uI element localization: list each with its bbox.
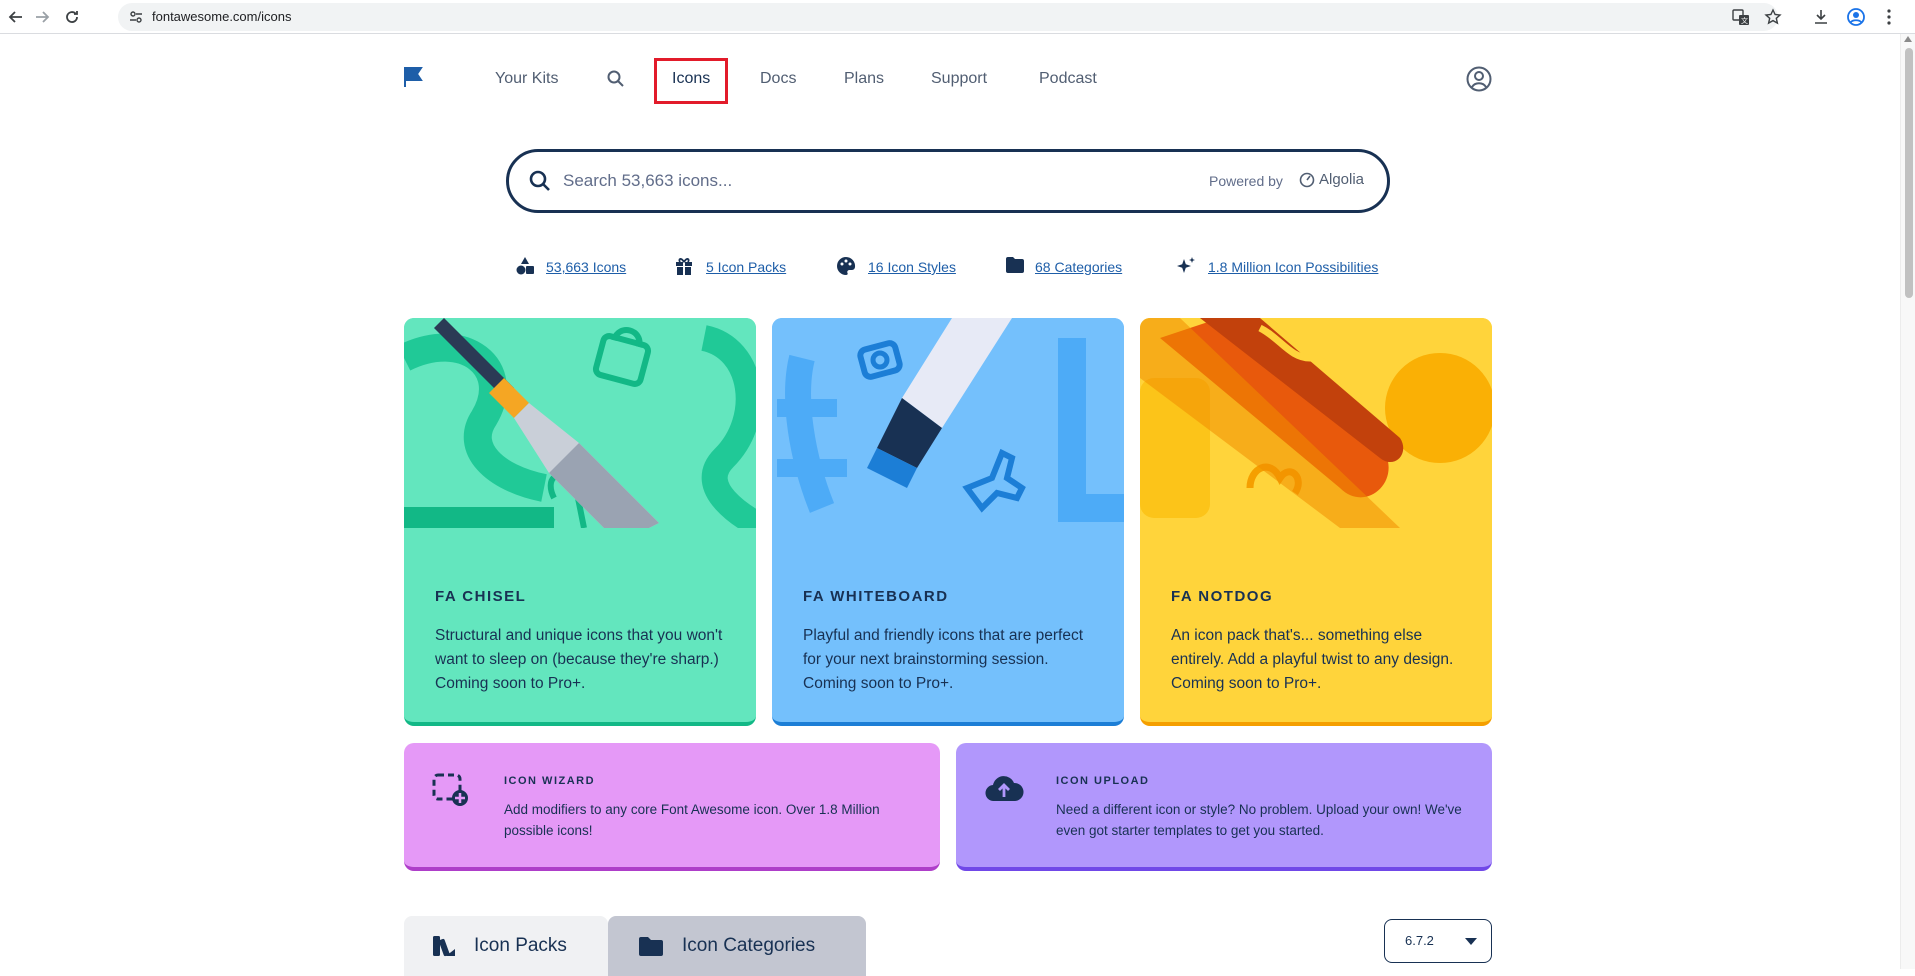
page-scrollbar[interactable] xyxy=(1900,34,1915,969)
whiteboard-illustration xyxy=(772,318,1124,528)
more-menu-icon[interactable] xyxy=(1878,6,1900,28)
pack-card-title: FA WHITEBOARD xyxy=(803,588,949,605)
icon-search-input[interactable] xyxy=(563,166,1163,196)
tab-icon-categories[interactable]: Icon Categories xyxy=(608,916,866,976)
nav-icons-highlight-box xyxy=(654,58,728,104)
pack-card-description: An icon pack that's... something else en… xyxy=(1171,627,1454,692)
version-value: 6.7.2 xyxy=(1405,933,1434,948)
chisel-illustration xyxy=(404,318,756,528)
nav-your-kits[interactable]: Your Kits xyxy=(495,70,558,88)
font-awesome-flag-logo[interactable] xyxy=(404,66,426,88)
pack-card-whiteboard[interactable]: FA WHITEBOARD Playful and friendly icons… xyxy=(772,318,1124,726)
feature-card-title: ICON WIZARD xyxy=(504,775,596,787)
pack-card-notdog[interactable]: FA NOTDOG An icon pack that's... somethi… xyxy=(1140,318,1492,726)
palette-icon xyxy=(836,256,856,276)
browser-toolbar: fontawesome.com/icons 文 xyxy=(0,0,1915,34)
feature-card-description: Need a different icon or style? No probl… xyxy=(1056,802,1462,838)
chevron-down-icon xyxy=(1465,938,1477,945)
search-icon xyxy=(529,170,553,194)
scroll-up-arrow-icon[interactable] xyxy=(1904,36,1912,42)
notdog-illustration xyxy=(1140,318,1492,528)
sparkles-icon xyxy=(1176,256,1196,276)
tab-label: Icon Packs xyxy=(474,935,567,956)
feature-card-title: ICON UPLOAD xyxy=(1056,775,1150,787)
icon-wizard-card[interactable]: ICON WIZARD Add modifiers to any core Fo… xyxy=(404,743,940,871)
nav-search-icon[interactable] xyxy=(607,70,624,91)
pack-card-description: Structural and unique icons that you won… xyxy=(435,627,723,692)
stat-possibilities-link[interactable]: 1.8 Million Icon Possibilities xyxy=(1208,259,1378,275)
cloud-upload-icon xyxy=(984,773,1024,813)
bookmark-star-icon[interactable] xyxy=(1762,6,1784,28)
profile-icon[interactable] xyxy=(1845,6,1867,28)
stat-icons-link[interactable]: 53,663 Icons xyxy=(546,259,626,275)
reload-icon[interactable] xyxy=(60,5,84,29)
address-bar[interactable]: fontawesome.com/icons xyxy=(118,3,1778,31)
icon-upload-card[interactable]: ICON UPLOAD Need a different icon or sty… xyxy=(956,743,1492,871)
pack-card-description: Playful and friendly icons that are perf… xyxy=(803,627,1084,692)
stat-categories-link[interactable]: 68 Categories xyxy=(1035,259,1122,275)
nav-plans[interactable]: Plans xyxy=(844,70,884,88)
back-arrow-icon[interactable] xyxy=(4,5,28,29)
algolia-logo-icon xyxy=(1299,172,1315,187)
stat-icon-styles-link[interactable]: 16 Icon Styles xyxy=(868,259,956,275)
algolia-label: Algolia xyxy=(1319,171,1365,188)
tab-label: Icon Categories xyxy=(682,935,816,956)
user-account-icon[interactable] xyxy=(1466,66,1494,94)
url-text: fontawesome.com/icons xyxy=(152,9,292,24)
nav-docs[interactable]: Docs xyxy=(760,70,796,88)
nav-podcast[interactable]: Podcast xyxy=(1039,70,1097,88)
gift-icon xyxy=(675,256,695,276)
icon-packs-tab-icon xyxy=(433,936,455,957)
folder-icon xyxy=(1005,256,1025,276)
folder-icon xyxy=(639,937,663,956)
forward-arrow-icon[interactable] xyxy=(30,5,54,29)
feature-card-description: Add modifiers to any core Font Awesome i… xyxy=(504,802,880,838)
version-select[interactable]: 6.7.2 xyxy=(1384,919,1492,963)
stat-icon-packs-link[interactable]: 5 Icon Packs xyxy=(706,259,786,275)
pack-card-chisel[interactable]: FA CHISEL Structural and unique icons th… xyxy=(404,318,756,726)
icon-search-bar: Powered by Algolia xyxy=(506,149,1390,213)
pack-card-title: FA CHISEL xyxy=(435,588,527,605)
algolia-link[interactable]: Algolia xyxy=(1299,171,1364,188)
wizard-square-plus-icon xyxy=(432,773,472,813)
translate-icon[interactable]: 文 xyxy=(1730,6,1752,28)
svg-text:文: 文 xyxy=(1741,16,1748,25)
nav-support[interactable]: Support xyxy=(931,70,987,88)
shapes-icon xyxy=(515,256,535,276)
download-icon[interactable] xyxy=(1810,6,1832,28)
tab-icon-packs[interactable]: Icon Packs xyxy=(404,916,608,976)
pack-card-title: FA NOTDOG xyxy=(1171,588,1274,605)
scroll-thumb[interactable] xyxy=(1905,48,1913,298)
powered-by-label: Powered by xyxy=(1209,173,1283,189)
site-settings-icon[interactable] xyxy=(128,9,144,25)
